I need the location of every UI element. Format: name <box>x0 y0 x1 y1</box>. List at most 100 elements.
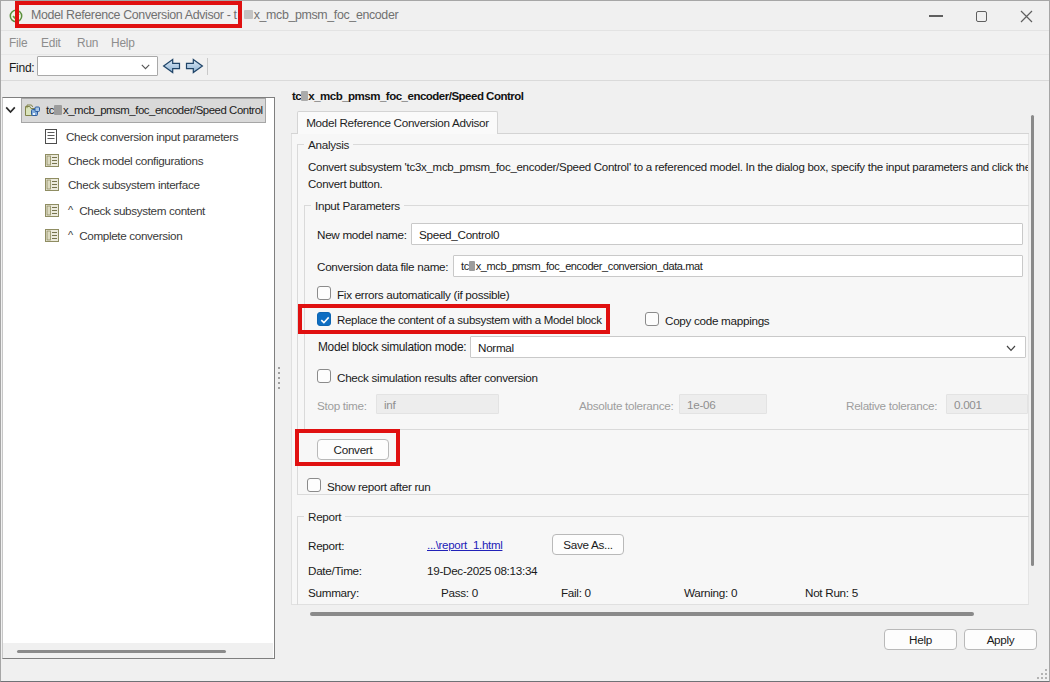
summary-pass: Pass: 0 <box>441 586 478 599</box>
chevron-down-icon <box>141 64 150 70</box>
stop-time-value: inf <box>384 398 395 411</box>
splitter-handle-dot[interactable] <box>278 372 280 374</box>
back-arrow-icon[interactable] <box>162 58 181 74</box>
tree-item-label: Check subsystem content <box>79 204 205 217</box>
check-list-icon <box>45 178 59 191</box>
summary-warning: Warning: 0 <box>684 586 737 599</box>
new-model-name-value: Speed_Control0 <box>419 228 499 241</box>
splitter-handle-dot[interactable] <box>278 382 280 384</box>
convert-button[interactable]: Convert <box>317 439 389 460</box>
tree-item-check-subsystem-content[interactable]: ^ Check subsystem content <box>45 198 205 222</box>
tree-collapse-chevron-icon[interactable] <box>5 106 16 114</box>
conversion-data-file-label: Conversion data file name: <box>317 260 448 273</box>
replace-content-label[interactable]: Replace the content of a subsystem with … <box>337 314 602 327</box>
model-reference-conversion-advisor-window: Model Reference Conversion Advisor - tx_… <box>0 0 1050 682</box>
report-link[interactable]: ...\report_1.html <box>427 539 502 552</box>
help-button[interactable]: Help <box>884 629 957 650</box>
vertical-scrollbar-thumb[interactable] <box>1031 115 1034 566</box>
check-sim-results-label[interactable]: Check simulation results after conversio… <box>337 371 538 384</box>
menu-run[interactable]: Run <box>77 32 98 55</box>
check-document-icon <box>45 129 57 144</box>
menu-file[interactable]: File <box>9 32 27 55</box>
check-list-icon <box>45 204 59 217</box>
relative-tolerance-value: 0.001 <box>954 398 982 411</box>
tree-horizontal-scrollbar-thumb[interactable] <box>17 650 226 653</box>
splitter-handle-dot[interactable] <box>278 367 280 369</box>
relative-tolerance-label: Relative tolerance: <box>846 399 937 412</box>
close-icon <box>1020 10 1033 23</box>
summary-not-run: Not Run: 5 <box>805 586 858 599</box>
tree-item-label: Complete conversion <box>79 229 182 242</box>
model-folder-icon <box>24 102 41 119</box>
tree-item-prefix: ^ <box>68 204 73 216</box>
save-as-button[interactable]: Save As... <box>552 534 624 555</box>
stop-time-input: inf <box>376 394 499 414</box>
tree-root-text: tc <box>46 104 54 116</box>
check-list-icon <box>45 154 59 167</box>
sim-mode-dropdown[interactable]: Normal <box>470 336 1026 358</box>
copy-code-mappings-checkbox[interactable] <box>645 312 659 326</box>
check-sim-results-checkbox[interactable] <box>317 369 331 383</box>
resize-grip <box>1037 677 1039 679</box>
apply-button[interactable]: Apply <box>964 629 1037 650</box>
analysis-description-line1: Convert subsystem 'tc3x_mcb_pmsm_foc_enc… <box>308 161 1028 174</box>
absolute-tolerance-label: Absolute tolerance: <box>579 399 673 412</box>
toolbar <box>1 55 1049 81</box>
horizontal-scrollbar-thumb[interactable] <box>310 612 974 616</box>
copy-code-mappings-label[interactable]: Copy code mappings <box>665 314 769 327</box>
app-icon <box>9 9 23 23</box>
tree-item-check-conversion-input-parameters[interactable]: Check conversion input parameters <box>45 124 238 148</box>
header-text: tc <box>292 90 301 102</box>
close-button[interactable] <box>1014 1 1046 31</box>
forward-arrow-icon[interactable] <box>185 58 204 74</box>
window-title: Model Reference Conversion Advisor - tx_… <box>31 1 398 30</box>
fix-errors-checkbox[interactable] <box>317 286 331 300</box>
tree-root-text: x_mcb_pmsm_foc_encoder/Speed Control <box>63 104 263 116</box>
new-model-name-label: New model name: <box>317 228 407 241</box>
report-label: Report: <box>308 539 344 552</box>
analysis-legend: Analysis <box>304 138 353 151</box>
fix-errors-label[interactable]: Fix errors automatically (if possible) <box>337 288 509 301</box>
check-list-icon <box>45 229 59 242</box>
tree-item-check-model-configurations[interactable]: Check model configurations <box>45 148 203 172</box>
sim-mode-label: Model block simulation mode: <box>318 341 466 354</box>
sim-mode-selected-value: Normal <box>478 341 514 354</box>
splitter-handle-dot[interactable] <box>278 377 280 379</box>
replace-content-checkbox[interactable] <box>317 312 331 326</box>
report-groupbox <box>297 516 1029 605</box>
menu-help[interactable]: Help <box>111 32 135 55</box>
window-title-text: x_mcb_pmsm_foc_encoder <box>254 8 399 22</box>
report-legend: Report <box>304 510 345 523</box>
maximize-icon <box>976 11 987 22</box>
absolute-tolerance-input: 1e-06 <box>679 394 767 414</box>
input-parameters-legend: Input Parameters <box>311 199 404 212</box>
resize-grip[interactable] <box>1045 669 1047 671</box>
conversion-file-value-text: tc <box>461 260 469 272</box>
maximize-button[interactable] <box>969 1 999 31</box>
tree-root-label[interactable]: tc x_mcb_pmsm_foc_encoder/Speed Control <box>46 98 263 123</box>
redaction-blob <box>54 105 62 115</box>
find-label: Find: <box>9 62 34 75</box>
absolute-tolerance-value: 1e-06 <box>687 398 715 411</box>
toolbar-separator <box>207 58 208 75</box>
tree-item-complete-conversion[interactable]: ^ Complete conversion <box>45 223 182 247</box>
new-model-name-input[interactable]: Speed_Control0 <box>411 223 1023 245</box>
minimize-button[interactable] <box>922 1 952 31</box>
splitter-handle-dot[interactable] <box>278 387 280 389</box>
titlebar: Model Reference Conversion Advisor - tx_… <box>1 1 1049 31</box>
minimize-icon <box>929 15 943 17</box>
conversion-data-file-input[interactable]: tcx_mcb_pmsm_foc_encoder_conversion_data… <box>453 255 1023 277</box>
show-report-checkbox[interactable] <box>307 478 321 492</box>
tab-model-reference-conversion-advisor[interactable]: Model Reference Conversion Advisor <box>297 111 498 134</box>
redaction-blob <box>244 10 253 19</box>
resize-grip <box>1045 673 1047 675</box>
chevron-down-icon <box>1006 345 1016 352</box>
menu-edit[interactable]: Edit <box>41 32 61 55</box>
stop-time-label: Stop time: <box>317 399 367 412</box>
tree-item-label: Check model configurations <box>68 154 203 167</box>
find-combobox[interactable] <box>37 56 158 76</box>
show-report-label[interactable]: Show report after run <box>327 480 431 493</box>
tree-item-check-subsystem-interface[interactable]: Check subsystem interface <box>45 172 200 196</box>
menubar <box>1 31 1049 55</box>
resize-grip <box>1045 677 1047 679</box>
